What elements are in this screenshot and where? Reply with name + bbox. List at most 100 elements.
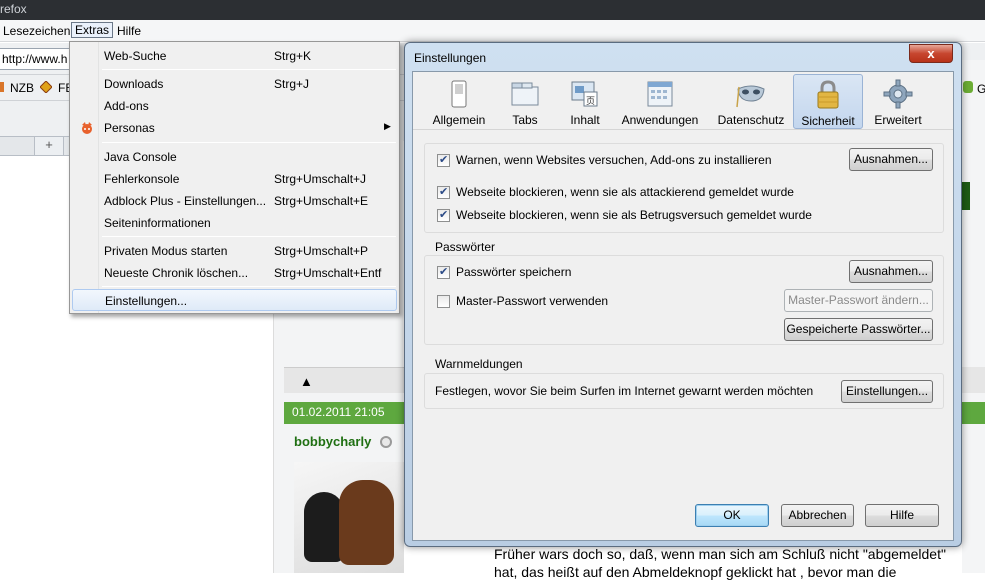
lock-icon — [817, 80, 839, 109]
post-username[interactable]: bobbycharly — [294, 434, 371, 449]
menu-item-accel: Strg+Umschalt+J — [274, 172, 367, 186]
tab-sicherheit[interactable]: Sicherheit — [793, 74, 863, 129]
passwords-group-title: Passwörter — [435, 240, 496, 254]
tab-datenschutz[interactable]: Datenschutz — [715, 74, 787, 129]
menu-item-accel: Strg+Umschalt+E — [274, 194, 369, 208]
personas-fox-icon — [82, 122, 92, 134]
menu-item-label: Einstellungen... — [105, 294, 188, 308]
security-group: Warnen, wenn Websites versuchen, Add-ons… — [424, 143, 944, 233]
window-titlebar: refox — [0, 0, 985, 20]
content-icon: 页 — [571, 81, 598, 107]
menu-item-web-search[interactable]: Web-Suche Strg+K — [72, 45, 397, 67]
menu-item-accel: Strg+Umschalt+Entf — [274, 266, 382, 280]
tab-anwendungen[interactable]: Anwendungen — [618, 74, 702, 129]
svg-text:页: 页 — [586, 96, 595, 107]
warn-addons-checkbox[interactable] — [437, 153, 450, 167]
warnings-description: Festlegen, wovor Sie beim Surfen im Inte… — [435, 384, 814, 398]
ok-button[interactable]: OK — [695, 504, 769, 527]
post-text-line-2: hat, das heißt auf den Abmeldeknopf gekl… — [494, 564, 897, 580]
menu-separator — [102, 236, 396, 237]
menu-item-label: Add-ons — [104, 99, 149, 113]
dog-brown — [339, 480, 394, 565]
switch-icon — [451, 80, 467, 108]
settings-toolbar: Allgemein Tabs 页 Inhalt Anwendungen Date… — [413, 72, 953, 130]
tab-erweitert[interactable]: Erweitert — [867, 74, 929, 129]
passwords-group: Passwörter speichern Ausnahmen... Master… — [424, 255, 944, 345]
cancel-button[interactable]: Abbrechen — [781, 504, 854, 527]
close-button[interactable]: x — [909, 44, 953, 63]
change-master-password-button[interactable]: Master-Passwort ändern... — [784, 289, 933, 312]
saved-passwords-button[interactable]: Gespeicherte Passwörter... — [784, 318, 933, 341]
settings-dialog: Einstellungen x Allgemein Tabs 页 Inhalt … — [404, 42, 962, 547]
user-avatar-photo — [294, 462, 404, 573]
menu-item-java-console[interactable]: Java Console — [72, 146, 397, 168]
tab-inhalt[interactable]: 页 Inhalt — [563, 74, 607, 129]
tab-tabs[interactable]: Tabs — [503, 74, 547, 129]
tab-label: Sicherheit — [801, 114, 855, 128]
submenu-arrow-icon: ▶ — [384, 121, 391, 131]
gear-icon — [883, 79, 913, 109]
menu-item-label: Seiteninformationen — [104, 216, 211, 230]
save-passwords-checkbox[interactable] — [437, 265, 450, 279]
post-toolbar: ▲ — [284, 367, 404, 393]
new-tab-button[interactable]: + — [34, 136, 64, 156]
bookmark-g[interactable]: G — [977, 82, 985, 96]
extras-menu: Web-Suche Strg+K Downloads Strg+J Add-on… — [69, 41, 400, 314]
menu-item-accel: Strg+Umschalt+P — [274, 244, 369, 258]
bookmark-diamond-icon — [40, 81, 52, 93]
block-forgery-checkbox[interactable] — [437, 208, 450, 222]
menu-item-personas[interactable]: Personas ▶ — [72, 117, 397, 139]
save-passwords-label: Passwörter speichern — [456, 265, 572, 279]
menu-item-label: Fehlerkonsole — [104, 172, 180, 186]
menu-item-error-console[interactable]: Fehlerkonsole Strg+Umschalt+J — [72, 168, 397, 190]
url-bar[interactable]: http://www.h — [0, 48, 70, 70]
tab-label: Allgemein — [432, 113, 486, 127]
menu-item-downloads[interactable]: Downloads Strg+J — [72, 73, 397, 95]
mask-icon — [736, 85, 765, 108]
menu-hilfe[interactable]: Hilfe — [114, 23, 144, 39]
bookmark-g-icon — [963, 81, 973, 93]
menu-item-clear-history[interactable]: Neueste Chronik löschen... Strg+Umschalt… — [72, 262, 397, 284]
master-password-label: Master-Passwort verwenden — [456, 294, 609, 308]
bookmark-nzb[interactable]: NZB — [10, 81, 34, 95]
menu-item-page-info[interactable]: Seiteninformationen — [72, 212, 397, 234]
menubar: Lesezeichen Extras Hilfe — [0, 20, 985, 42]
tabs-icon — [511, 82, 539, 106]
post-date: 01.02.2011 21:05 — [292, 405, 385, 419]
tab-label: Erweitert — [874, 113, 922, 127]
post-text-line-1: Früher wars doch so, daß, wenn man sich … — [494, 546, 946, 562]
page-right-toolbar — [962, 367, 985, 393]
menu-item-adblock-settings[interactable]: Adblock Plus - Einstellungen... Strg+Ums… — [72, 190, 397, 212]
dialog-body: Allgemein Tabs 页 Inhalt Anwendungen Date… — [412, 71, 954, 541]
tab-label: Inhalt — [570, 113, 600, 127]
tab-label: Tabs — [512, 113, 538, 127]
password-exceptions-button[interactable]: Ausnahmen... — [849, 260, 933, 283]
menu-separator — [102, 286, 396, 287]
dialog-title: Einstellungen — [414, 51, 487, 65]
warnings-group-title: Warnmeldungen — [435, 357, 523, 371]
menu-item-settings[interactable]: Einstellungen... — [72, 289, 397, 311]
menu-item-label: Java Console — [104, 150, 177, 164]
addons-exceptions-button[interactable]: Ausnahmen... — [849, 148, 933, 171]
help-button[interactable]: Hilfe — [865, 504, 939, 527]
menu-lesezeichen[interactable]: Lesezeichen — [0, 23, 73, 39]
menu-item-private-mode[interactable]: Privaten Modus starten Strg+Umschalt+P — [72, 240, 397, 262]
page-right-green-strip — [962, 182, 970, 210]
applications-icon — [647, 81, 673, 107]
post-text: Früher wars doch so, daß, wenn man sich … — [494, 545, 985, 581]
menu-item-addons[interactable]: Add-ons — [72, 95, 397, 117]
menu-item-label: Downloads — [104, 77, 164, 91]
menu-separator — [102, 69, 396, 70]
post-date-bar: 01.02.2011 21:05 — [284, 402, 406, 424]
tab-allgemein[interactable]: Allgemein — [427, 74, 491, 129]
menu-item-label: Privaten Modus starten — [104, 244, 228, 258]
master-password-checkbox[interactable] — [437, 295, 450, 308]
menu-extras[interactable]: Extras — [71, 22, 114, 38]
menu-item-label: Neueste Chronik löschen... — [104, 266, 249, 280]
warning-icon[interactable]: ▲ — [300, 374, 313, 389]
block-attack-checkbox[interactable] — [437, 185, 450, 199]
page-right-edge — [962, 60, 985, 573]
warnings-group: Festlegen, wovor Sie beim Surfen im Inte… — [424, 373, 944, 409]
close-icon: x — [927, 46, 935, 61]
warnings-settings-button[interactable]: Einstellungen... — [841, 380, 933, 403]
